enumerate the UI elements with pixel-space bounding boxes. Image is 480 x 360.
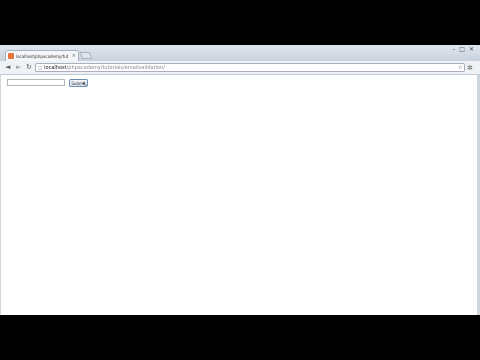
forward-icon[interactable]: ► bbox=[16, 63, 21, 71]
tab-active[interactable]: localhost/phpacademy/tut × bbox=[5, 50, 79, 61]
page-content: Submit ↖ bbox=[1, 75, 477, 315]
page-icon: ◻ bbox=[38, 64, 43, 71]
star-icon[interactable]: ☆ bbox=[458, 64, 463, 72]
reload-icon[interactable]: ↻ bbox=[26, 63, 32, 71]
window-controls: – □ ✕ bbox=[452, 47, 474, 53]
text-field[interactable] bbox=[7, 79, 65, 86]
tab-close-icon[interactable]: × bbox=[72, 53, 76, 59]
minimize-icon[interactable]: – bbox=[452, 47, 455, 53]
url-path: /phpacademy/tutorials/emailvalidation/ bbox=[66, 64, 165, 71]
toolbar: ◄ ► ↻ ◻ localhost/phpacademy/tutorials/e… bbox=[0, 61, 480, 75]
close-window-icon[interactable]: ✕ bbox=[469, 47, 474, 53]
title-bar: localhost/phpacademy/tut × – □ ✕ bbox=[0, 45, 480, 61]
favicon-icon bbox=[8, 53, 14, 59]
back-icon[interactable]: ◄ bbox=[5, 63, 10, 71]
url-host: localhost bbox=[44, 64, 67, 71]
new-tab-button[interactable] bbox=[79, 52, 93, 59]
address-bar[interactable]: ◻ localhost/phpacademy/tutorials/emailva… bbox=[35, 63, 465, 72]
maximize-icon[interactable]: □ bbox=[459, 47, 465, 53]
tab-title: localhost/phpacademy/tut bbox=[16, 53, 69, 59]
mouse-cursor-icon: ↖ bbox=[82, 81, 88, 88]
wrench-icon[interactable]: ✲ bbox=[467, 64, 473, 72]
browser-window: localhost/phpacademy/tut × – □ ✕ ◄ ► ↻ ◻… bbox=[0, 45, 480, 315]
